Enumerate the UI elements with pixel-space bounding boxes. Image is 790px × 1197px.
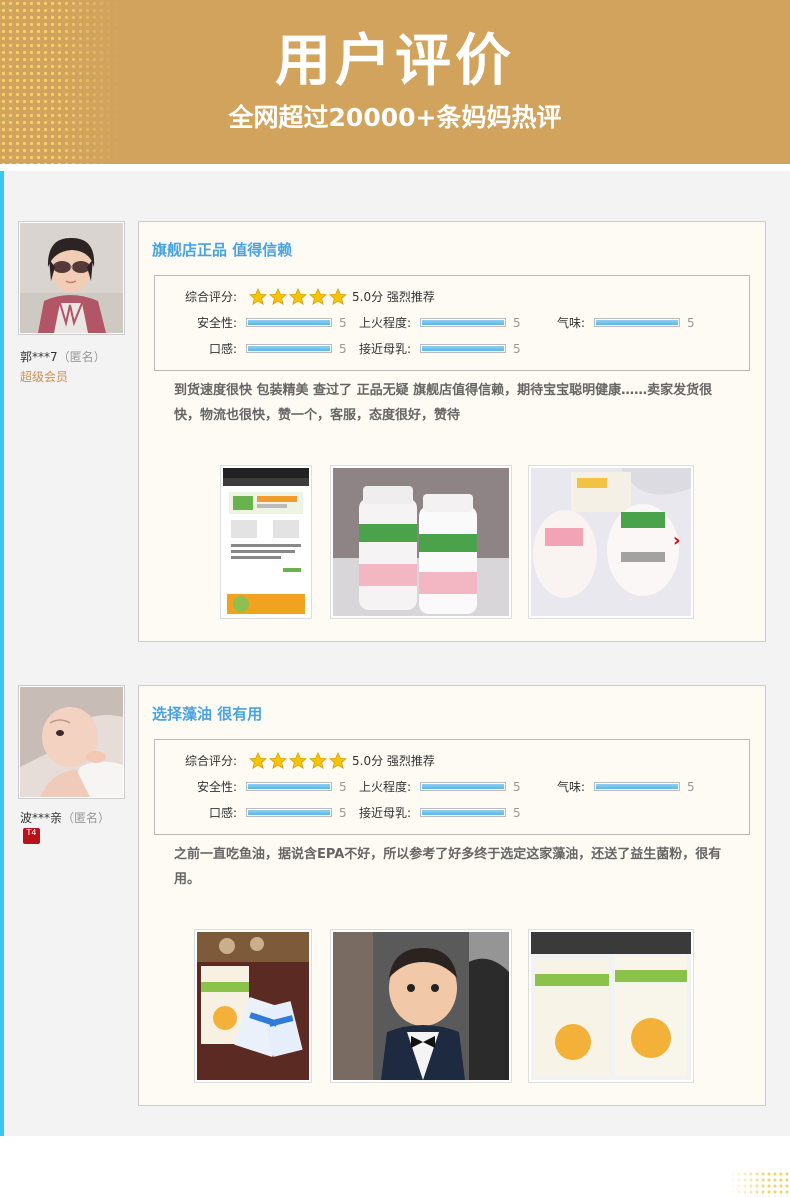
review-card: 选择藻油 很有用 综合评分: 5.0分 强烈推荐 安全性: 5 上火程度: 5 … (138, 685, 766, 1106)
breastmilk-bar-fill (422, 810, 504, 815)
review-card: 旗舰店正品 值得信赖 综合评分: 5.0分 强烈推荐 安全性: 5 上火程度: … (138, 221, 766, 642)
taste-bar-fill (248, 810, 330, 815)
heat-bar-fill (422, 784, 504, 789)
accent-line (0, 171, 4, 1136)
safety-bar (246, 318, 332, 327)
breastmilk-label: 接近母乳: (359, 342, 412, 356)
safety-bar (246, 782, 332, 791)
safety-value: 5 (339, 780, 347, 794)
heat-value: 5 (513, 780, 521, 794)
star-icon (289, 288, 307, 305)
safety-value: 5 (339, 316, 347, 330)
next-arrow-icon[interactable]: › (673, 532, 680, 550)
safety-bar-fill (248, 784, 330, 789)
smell-bar (594, 782, 680, 791)
rating-box: 综合评分: 5.0分 强烈推荐 安全性: 5 上火程度: 5 气味: 5 口感:… (154, 275, 750, 371)
breastmilk-bar (420, 808, 506, 817)
username-text: 波***亲 (20, 811, 63, 825)
smell-value: 5 (687, 780, 695, 794)
rating-box: 综合评分: 5.0分 强烈推荐 安全性: 5 上火程度: 5 气味: 5 口感:… (154, 739, 750, 835)
heat-label: 上火程度: (359, 316, 412, 330)
review-title: 选择藻油 很有用 (152, 705, 263, 723)
star-icon (329, 752, 347, 769)
overall-label: 综合评分: (185, 754, 238, 768)
star-icon (309, 288, 327, 305)
review-photo[interactable] (194, 929, 312, 1083)
user-avatar[interactable] (18, 685, 125, 799)
taste-label: 口感: (209, 806, 238, 820)
star-icon (309, 752, 327, 769)
dot-pattern-decoration (730, 1171, 790, 1197)
breastmilk-label: 接近母乳: (359, 806, 412, 820)
page-title: 用户评价 (275, 29, 515, 94)
heat-label: 上火程度: (359, 780, 412, 794)
star-rating (249, 752, 349, 770)
taste-bar-fill (248, 346, 330, 351)
star-icon (249, 288, 267, 305)
safety-bar-fill (248, 320, 330, 325)
review-photo[interactable] (220, 465, 312, 619)
review-text: 到货速度很快 包装精美 查过了 正品无疑 旗舰店值得信赖，期待宝宝聪明健康……卖… (174, 383, 713, 423)
smell-value: 5 (687, 316, 695, 330)
score-text: 5.0分 强烈推荐 (352, 290, 435, 304)
heat-value: 5 (513, 316, 521, 330)
overall-label: 综合评分: (185, 290, 238, 304)
breastmilk-value: 5 (513, 342, 521, 356)
username: 郭***7（匿名） (20, 348, 106, 366)
smell-bar (594, 318, 680, 327)
smell-bar-fill (596, 784, 678, 789)
taste-bar (246, 808, 332, 817)
anonymous-tag: （匿名） (57, 350, 106, 364)
breastmilk-value: 5 (513, 806, 521, 820)
safety-label: 安全性: (197, 780, 238, 794)
star-icon (269, 288, 287, 305)
heat-bar (420, 782, 506, 791)
anonymous-tag: （匿名） (62, 811, 111, 825)
review-photo[interactable] (528, 929, 694, 1083)
username-text: 郭***7 (20, 350, 58, 364)
taste-bar (246, 344, 332, 353)
smell-bar-fill (596, 320, 678, 325)
review-text: 之前一直吃鱼油，据说含EPA不好，所以参考了好多终于选定这家藻油，还送了益生菌粉… (174, 847, 722, 887)
taste-value: 5 (339, 342, 347, 356)
smell-label: 气味: (557, 316, 586, 330)
score-text: 5.0分 强烈推荐 (352, 754, 435, 768)
smell-label: 气味: (557, 780, 586, 794)
review-photo[interactable]: › (528, 465, 694, 619)
breastmilk-bar-fill (422, 346, 504, 351)
review-title: 旗舰店正品 值得信赖 (152, 241, 293, 259)
star-icon (289, 752, 307, 769)
heat-bar-fill (422, 320, 504, 325)
review-photo[interactable] (330, 465, 512, 619)
username: 波***亲（匿名） (20, 809, 110, 827)
star-icon (249, 752, 267, 769)
review-photo[interactable] (330, 929, 512, 1083)
safety-label: 安全性: (197, 316, 238, 330)
page-subtitle: 全网超过20000+条妈妈热评 (228, 103, 562, 132)
header-banner: 用户评价 全网超过20000+条妈妈热评 (0, 0, 790, 164)
taste-value: 5 (339, 806, 347, 820)
vip-level-badge: T4 (23, 828, 40, 844)
star-icon (329, 288, 347, 305)
breastmilk-bar (420, 344, 506, 353)
star-icon (269, 752, 287, 769)
taste-label: 口感: (209, 342, 238, 356)
member-level: 超级会员 (20, 370, 69, 384)
user-avatar[interactable] (18, 221, 125, 335)
star-rating (249, 288, 349, 306)
heat-bar (420, 318, 506, 327)
